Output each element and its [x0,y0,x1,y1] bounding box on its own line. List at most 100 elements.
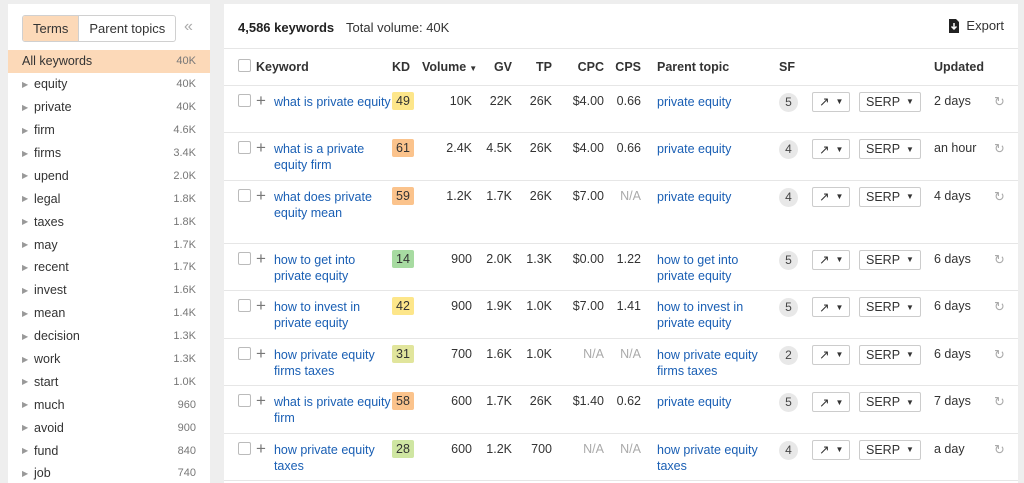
trend-dropdown[interactable]: ↗ ▼ [812,139,851,159]
keyword-link[interactable]: how private equity firms taxes [274,347,392,379]
sidebar-item-may[interactable]: ▶ may 1.7K [8,233,210,256]
parent-topic-link[interactable]: how to get into private equity [657,252,779,284]
sidebar-item-job[interactable]: ▶ job 740 [8,462,210,483]
add-keyword-icon[interactable]: + [256,250,266,284]
expand-icon[interactable]: ▶ [22,80,34,89]
sf-badge[interactable]: 4 [779,140,798,159]
refresh-icon[interactable]: ↻ [994,442,1005,457]
expand-icon[interactable]: ▶ [22,217,34,226]
expand-icon[interactable]: ▶ [22,377,34,386]
keyword-link[interactable]: what does private equity mean [274,189,392,221]
row-checkbox[interactable] [238,188,251,202]
sf-badge[interactable]: 5 [779,393,798,412]
sf-badge[interactable]: 4 [779,187,798,207]
expand-icon[interactable]: ▶ [22,240,34,249]
sf-badge[interactable]: 5 [779,92,798,112]
keyword-link[interactable]: how to get into private equity [274,252,392,284]
expand-icon[interactable]: ▶ [22,332,34,341]
sf-badge[interactable]: 4 [779,440,798,460]
trend-dropdown[interactable]: ↗ ▼ [812,392,851,412]
add-keyword-icon[interactable]: + [256,187,266,221]
refresh-icon[interactable]: ↻ [994,394,1005,409]
refresh-icon[interactable]: ↻ [994,299,1005,314]
add-keyword-icon[interactable]: + [256,92,266,110]
serp-dropdown[interactable]: SERP ▼ [859,344,921,365]
select-all-checkbox[interactable] [238,58,251,72]
parent-topic-link[interactable]: how private equity taxes [657,442,779,474]
sidebar-item-taxes[interactable]: ▶ taxes 1.8K [8,210,210,233]
trend-dropdown[interactable]: ↗ ▼ [812,91,851,112]
refresh-icon[interactable]: ↻ [994,94,1005,109]
parent-topic-link[interactable]: how private equity firms taxes [657,347,779,379]
expand-icon[interactable]: ▶ [22,309,34,318]
expand-icon[interactable]: ▶ [22,286,34,295]
col-volume[interactable]: Volume ▼ [422,49,480,86]
expand-icon[interactable]: ▶ [22,423,34,432]
serp-dropdown[interactable]: SERP ▼ [859,439,921,460]
keyword-link[interactable]: what is a private equity firm [274,141,392,173]
keyword-link[interactable]: how private equity taxes [274,442,392,474]
trend-dropdown[interactable]: ↗ ▼ [812,186,851,207]
export-button[interactable]: Export [948,18,1004,33]
trend-dropdown[interactable]: ↗ ▼ [812,344,851,365]
expand-icon[interactable]: ▶ [22,103,34,112]
refresh-icon[interactable]: ↻ [994,189,1005,204]
sidebar-item-decision[interactable]: ▶ decision 1.3K [8,325,210,348]
serp-dropdown[interactable]: SERP ▼ [859,186,921,207]
expand-icon[interactable]: ▶ [22,194,34,203]
expand-icon[interactable]: ▶ [22,355,34,364]
refresh-icon[interactable]: ↻ [994,252,1005,267]
keyword-link[interactable]: how to invest in private equity [274,299,392,331]
sidebar-item-work[interactable]: ▶ work 1.3K [8,348,210,371]
parent-topic-link[interactable]: private equity [657,394,779,410]
expand-icon[interactable]: ▶ [22,149,34,158]
add-keyword-icon[interactable]: + [256,139,266,173]
col-keyword[interactable]: Keyword [256,49,392,86]
sidebar-item-equity[interactable]: ▶ equity 40K [8,73,210,96]
col-kd[interactable]: KD [392,49,422,86]
expand-icon[interactable]: ▶ [22,171,34,180]
expand-icon[interactable]: ▶ [22,126,34,135]
col-updated[interactable]: Updated [934,49,994,86]
sidebar-item-recent[interactable]: ▶ recent 1.7K [8,256,210,279]
sidebar-item-fund[interactable]: ▶ fund 840 [8,439,210,462]
tab-terms[interactable]: Terms [23,16,79,41]
sidebar-item-mean[interactable]: ▶ mean 1.4K [8,302,210,325]
serp-dropdown[interactable]: SERP ▼ [859,139,921,159]
keyword-link[interactable]: what is private equity [274,94,391,110]
parent-topic-link[interactable]: private equity [657,94,779,110]
sf-badge[interactable]: 2 [779,345,798,365]
row-checkbox[interactable] [238,299,251,312]
add-keyword-icon[interactable]: + [256,440,266,474]
row-checkbox[interactable] [238,346,251,360]
collapse-icon[interactable]: « [184,18,193,36]
serp-dropdown[interactable]: SERP ▼ [859,297,921,317]
keyword-link[interactable]: what is private equity firm [274,394,392,426]
col-sf[interactable]: SF [779,49,812,86]
serp-dropdown[interactable]: SERP ▼ [859,392,921,412]
trend-dropdown[interactable]: ↗ ▼ [812,439,851,460]
sidebar-item-upend[interactable]: ▶ upend 2.0K [8,164,210,187]
sidebar-item-start[interactable]: ▶ start 1.0K [8,370,210,393]
sidebar-item-firms[interactable]: ▶ firms 3.4K [8,142,210,165]
serp-dropdown[interactable]: SERP ▼ [859,249,921,270]
trend-dropdown[interactable]: ↗ ▼ [812,249,851,270]
parent-topic-link[interactable]: how to invest in private equity [657,299,779,331]
row-checkbox[interactable] [238,251,251,265]
col-cpc[interactable]: CPC [560,49,612,86]
col-tp[interactable]: TP [520,49,560,86]
parent-topic-link[interactable]: private equity [657,189,779,205]
col-cps[interactable]: CPS [612,49,649,86]
parent-topic-link[interactable]: private equity [657,141,779,157]
col-gv[interactable]: GV [480,49,520,86]
add-keyword-icon[interactable]: + [256,345,266,379]
row-checkbox[interactable] [238,441,251,455]
sidebar-item-legal[interactable]: ▶ legal 1.8K [8,187,210,210]
col-parent-topic[interactable]: Parent topic [649,49,779,86]
row-checkbox[interactable] [238,394,251,407]
sidebar-item-avoid[interactable]: ▶ avoid 900 [8,416,210,439]
expand-icon[interactable]: ▶ [22,263,34,272]
row-checkbox[interactable] [238,141,251,154]
expand-icon[interactable]: ▶ [22,400,34,409]
trend-dropdown[interactable]: ↗ ▼ [812,297,851,317]
